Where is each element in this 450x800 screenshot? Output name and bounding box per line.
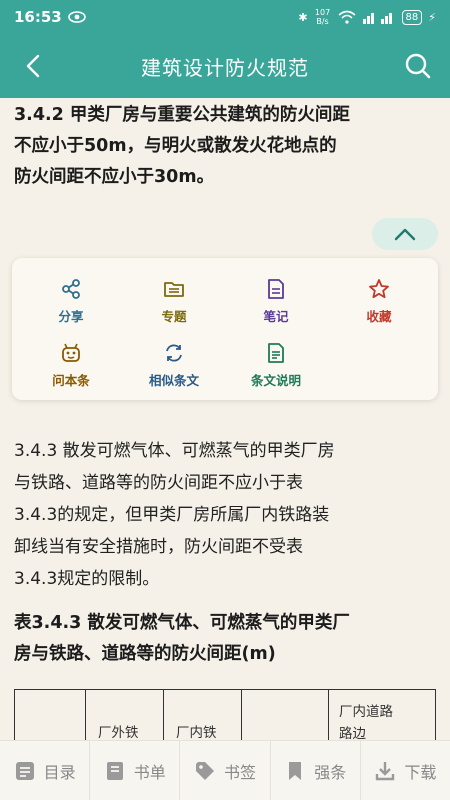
- battery-indicator: 88: [401, 9, 423, 25]
- status-bar: 16:53 ✱ 107 B/s 88 ⚡: [0, 0, 450, 34]
- clause-line: 不应小于50m，与明火或散发火花地点的: [14, 136, 337, 156]
- share-action[interactable]: 分享: [21, 278, 121, 325]
- nav-booklist[interactable]: 书单: [90, 741, 181, 800]
- status-time: 16:53: [14, 8, 62, 26]
- star-icon: [369, 279, 389, 299]
- clause-3-4-2: 3.4.2 甲类厂房与重要公共建筑的防火间距 不应小于50m，与明火或散发火花地…: [14, 100, 438, 193]
- clause-line: 3.4.3 散发可燃气体、可燃蒸气的甲类厂房: [14, 441, 335, 461]
- nav-download-label: 下载: [404, 762, 437, 782]
- bottom-nav: 目录 书单 书签 强条 下载: [0, 740, 450, 800]
- table-title: 表3.4.3 散发可燃气体、可燃蒸气的甲类厂 房与铁路、道路等的防火间距(m): [14, 608, 438, 670]
- explanation-label: 条文说明: [250, 373, 301, 388]
- share-icon: [62, 279, 80, 299]
- nav-mandatory-label: 强条: [314, 762, 347, 782]
- table-header-cell: 厂外铁: [86, 690, 164, 740]
- download-icon: [376, 761, 395, 780]
- table-title-line: 表3.4.3 散发可燃气体、可燃蒸气的甲类厂: [14, 613, 350, 633]
- share-label: 分享: [58, 309, 84, 324]
- nav-booklist-label: 书单: [133, 762, 166, 782]
- page-title: 建筑设计防火规范: [141, 55, 309, 80]
- table-header-cell: 厂内道路 路边: [339, 704, 393, 740]
- signal-icon: [362, 13, 392, 24]
- topic-label: 专题: [161, 309, 187, 324]
- favorite-action[interactable]: 收藏: [329, 278, 429, 325]
- back-button[interactable]: [20, 52, 48, 80]
- similar-label: 相似条文: [148, 373, 199, 388]
- nav-catalog-label: 目录: [43, 762, 76, 782]
- explanation-action[interactable]: 条文说明: [226, 342, 326, 389]
- nav-catalog[interactable]: 目录: [0, 741, 91, 800]
- folder-icon: [164, 282, 184, 297]
- content-area[interactable]: 3.4.2 甲类厂房与重要公共建筑的防火间距 不应小于50m，与明火或散发火花地…: [0, 98, 450, 740]
- tag-icon: [196, 761, 214, 780]
- nav-tags-label: 书签: [224, 762, 257, 782]
- nav-download[interactable]: 下载: [361, 741, 450, 800]
- ask-action[interactable]: 问本条: [21, 342, 121, 389]
- table-header-cell: [242, 690, 329, 740]
- nav-tags[interactable]: 书签: [180, 741, 271, 800]
- clause-line: 卸线当有安全措施时，防火间距不受表: [14, 537, 303, 557]
- distance-table: 厂外铁 厂内铁 厂内道路 路边: [14, 689, 436, 740]
- robot-icon: [62, 343, 80, 362]
- action-panel: 分享 专题 笔记 收藏 问本条 相似条文 条文说明: [12, 258, 438, 400]
- ask-label: 问本条: [52, 373, 90, 388]
- clause-line: 防火间距不应小于30m。: [14, 167, 215, 187]
- clause-line: 3.4.2 甲类厂房与重要公共建筑的防火间距: [14, 105, 350, 125]
- booklist-icon: [106, 761, 123, 780]
- clause-line: 与铁路、道路等的防火间距不应小于表: [14, 473, 303, 493]
- topic-action[interactable]: 专题: [124, 278, 224, 325]
- collapse-button[interactable]: [372, 218, 438, 250]
- clause-3-4-3: 3.4.3 散发可燃气体、可燃蒸气的甲类厂房 与铁路、道路等的防火间距不应小于表…: [14, 435, 438, 595]
- wifi-icon: [338, 10, 356, 24]
- catalog-icon: [15, 761, 34, 780]
- eye-icon: [67, 11, 86, 23]
- bluetooth-icon: ✱: [298, 10, 308, 24]
- note-label: 笔记: [263, 309, 289, 324]
- similar-icon: [166, 344, 182, 362]
- nav-mandatory[interactable]: 强条: [271, 741, 361, 800]
- table-title-line: 房与铁路、道路等的防火间距(m): [14, 644, 276, 664]
- charging-icon: ⚡: [428, 10, 436, 24]
- clause-line: 3.4.3规定的限制。: [14, 569, 160, 589]
- clause-line: 3.4.3的规定，但甲类厂房所属厂内铁路装: [14, 505, 330, 525]
- note-action[interactable]: 笔记: [226, 278, 326, 325]
- net-speed: 107 B/s: [314, 8, 331, 26]
- favorite-label: 收藏: [366, 309, 392, 324]
- table-header-cell: [15, 690, 86, 740]
- document-icon: [268, 343, 284, 363]
- app-bar: 建筑设计防火规范: [0, 34, 450, 98]
- chevron-up-icon: [394, 228, 416, 241]
- search-button[interactable]: [404, 52, 432, 80]
- similar-action[interactable]: 相似条文: [124, 342, 224, 389]
- note-icon: [268, 279, 284, 299]
- table-header-cell: 厂内铁: [164, 690, 242, 740]
- bookmark-icon: [289, 761, 302, 780]
